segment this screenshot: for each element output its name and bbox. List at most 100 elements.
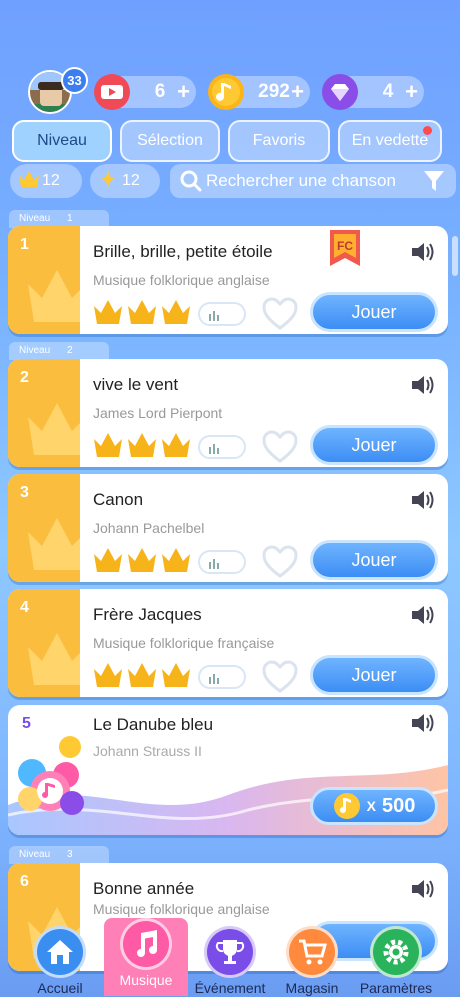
home-icon [34, 926, 86, 978]
unlock-price-button[interactable]: X 500 [310, 787, 438, 825]
bottom-navigation: Accueil Musique Événement Magasin Paramè… [0, 918, 460, 997]
favorite-heart-icon[interactable] [262, 296, 298, 332]
diamonds-pill[interactable]: 4 + [322, 74, 424, 110]
full-combo-badge-icon: FC [330, 230, 360, 266]
level-label: Niveau [19, 213, 51, 224]
nav-label: Musique [119, 972, 173, 988]
full-combo-badge-text: FC [337, 239, 353, 253]
tab-en-vedette[interactable]: En vedette [338, 120, 442, 162]
speaker-icon[interactable] [410, 603, 436, 627]
nav-label: Accueil [37, 980, 83, 996]
play-button[interactable]: Jouer [310, 540, 438, 580]
locked-song-card[interactable]: 5 Le Danube bleu Johann Strauss II X 500 [8, 705, 448, 835]
song-title: vive le vent [93, 375, 179, 394]
crown-count: 12 [42, 172, 60, 189]
song-number: 3 [20, 484, 29, 501]
search-input[interactable]: Rechercher une chanson [170, 164, 456, 198]
song-number: 4 [20, 599, 29, 616]
song-number: 5 [22, 715, 31, 732]
crown-icon [162, 433, 190, 457]
nav-label: Paramètres [359, 980, 433, 996]
ticket-icon [92, 72, 132, 112]
price-value: 500 [381, 794, 416, 817]
song-card[interactable]: 3 Canon Johann Pachelbel Jouer [8, 474, 448, 582]
speaker-icon[interactable] [410, 877, 436, 901]
song-number-panel: 4 [8, 589, 80, 697]
crown-icon [162, 663, 190, 687]
nav-label: Événement [194, 980, 266, 996]
speaker-icon[interactable] [410, 240, 436, 264]
song-title: Le Danube bleu [93, 715, 214, 734]
spark-count: 12 [122, 172, 140, 189]
song-number: 2 [20, 369, 29, 386]
song-card[interactable]: 4 Frère Jacques Musique folklorique fran… [8, 589, 448, 697]
crown-icon [128, 663, 156, 687]
favorite-heart-icon[interactable] [262, 429, 298, 465]
speaker-icon[interactable] [410, 711, 436, 735]
difficulty-meter [198, 302, 246, 326]
add-tickets-icon[interactable]: + [177, 76, 190, 108]
play-button[interactable]: Jouer [310, 425, 438, 465]
favorite-heart-icon[interactable] [262, 659, 298, 695]
filter-funnel-icon[interactable] [420, 167, 448, 195]
scrollbar[interactable] [452, 236, 458, 276]
nav-evenement[interactable]: Événement [190, 926, 270, 996]
trophy-icon [204, 926, 256, 978]
category-tabs: Niveau Sélection Favoris En vedette [12, 120, 452, 162]
song-artist: James Lord Pierpont [93, 405, 223, 421]
cart-icon [286, 926, 338, 978]
crown-icon [94, 433, 122, 457]
crown-icon [18, 169, 40, 194]
nav-label: Magasin [285, 980, 339, 996]
music-note-icon [120, 918, 172, 970]
add-diamonds-icon[interactable]: + [405, 76, 418, 108]
song-artist: Johann Pachelbel [93, 520, 205, 536]
search-icon [176, 166, 206, 196]
balloons-icon [18, 736, 84, 815]
song-number-panel: 2 [8, 359, 80, 467]
nav-accueil[interactable]: Accueil [20, 926, 100, 996]
song-card[interactable]: 2 vive le vent James Lord Pierpont Jouer [8, 359, 448, 467]
play-button[interactable]: Jouer [310, 292, 438, 332]
search-placeholder: Rechercher une chanson [206, 171, 396, 190]
song-title: Bonne année [93, 879, 195, 898]
tab-niveau[interactable]: Niveau [12, 120, 112, 162]
nav-musique[interactable]: Musique [104, 918, 188, 996]
crown-watermark-icon [28, 403, 80, 455]
level-header-2: Niveau 2 [9, 342, 109, 360]
song-number-panel: 1 [8, 226, 80, 334]
difficulty-meter [198, 550, 246, 574]
notes-pill[interactable]: 292 + [208, 74, 310, 110]
song-title: Canon [93, 490, 144, 509]
tab-selection[interactable]: Sélection [120, 120, 220, 162]
notification-dot [423, 126, 432, 135]
difficulty-meter [198, 665, 246, 689]
level-number: 2 [67, 345, 73, 356]
song-number: 6 [20, 873, 29, 890]
crown-icon [94, 663, 122, 687]
crown-rating [93, 431, 191, 461]
crown-filter[interactable]: 12 [10, 164, 82, 198]
song-title: Frère Jacques [93, 605, 202, 624]
diamond-icon [320, 72, 360, 112]
price-multiplier: X [366, 798, 376, 814]
song-card[interactable]: 1 Brille, brille, petite étoile Musique … [8, 226, 448, 334]
play-button[interactable]: Jouer [310, 655, 438, 695]
song-number-panel: 3 [8, 474, 80, 582]
nav-parametres[interactable]: Paramètres [356, 926, 436, 996]
tab-favoris[interactable]: Favoris [228, 120, 330, 162]
top-bar: 33 6 + 292 + 4 + [0, 67, 460, 114]
crown-icon [94, 300, 122, 324]
nav-magasin[interactable]: Magasin [272, 926, 352, 996]
speaker-icon[interactable] [410, 373, 436, 397]
crown-watermark-icon [28, 518, 80, 570]
crown-rating [93, 546, 191, 576]
speaker-icon[interactable] [410, 488, 436, 512]
add-notes-icon[interactable]: + [291, 76, 304, 108]
crown-watermark-icon [28, 270, 80, 322]
song-artist: Musique folklorique française [93, 635, 275, 651]
spark-filter[interactable]: 12 [90, 164, 160, 198]
favorite-heart-icon[interactable] [262, 544, 298, 580]
tickets-pill[interactable]: 6 + [94, 74, 196, 110]
song-artist: Johann Strauss II [93, 743, 202, 759]
